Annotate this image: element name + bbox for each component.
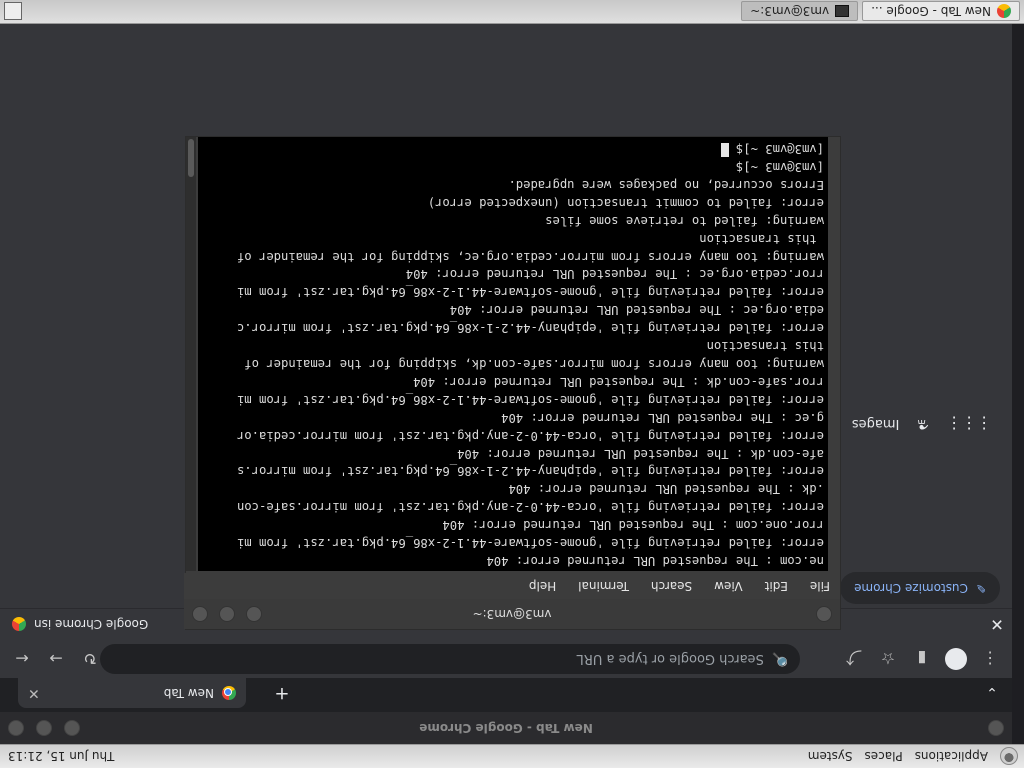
screen: Applications Places System Thu Jun 15, 2… [0, 0, 1024, 768]
terminal-line: this transaction [699, 231, 824, 246]
tab-new-tab[interactable]: New Tab ✕ [18, 678, 246, 708]
chrome-logo-icon [222, 686, 236, 700]
toolbar-right-actions: ⋮ ▮ ☆ ⤴ [840, 645, 1004, 673]
terminal-line: error: failed retrieving file 'gnome-sof… [237, 392, 824, 407]
menu-icon[interactable]: ⋮ [976, 645, 1004, 673]
tab-title: New Tab [163, 686, 214, 700]
omnibox[interactable]: 🔍 Search Google or type a URL [100, 644, 800, 674]
terminal-minimize-button[interactable] [246, 606, 262, 622]
top-panel: Applications Places System Thu Jun 15, 2… [0, 744, 1024, 768]
terminal-line: .dk : The requested URL returned error: … [508, 482, 824, 497]
terminal-line: rror.safe-con.dk : The requested URL ret… [413, 374, 824, 389]
window-title: New Tab - Google Chrome [419, 721, 593, 735]
terminal-menubar: File Edit View Search Terminal Help [184, 573, 840, 599]
back-icon[interactable]: ← [8, 645, 36, 673]
panel-menu: Applications Places System [796, 745, 1000, 768]
terminal-menu-terminal[interactable]: Terminal [578, 579, 629, 593]
terminal-icon [835, 5, 850, 18]
terminal-line: error: failed retrieving file 'gnome-sof… [237, 536, 824, 551]
reload-icon[interactable]: ↻ [76, 645, 104, 673]
gnome-foot-icon[interactable] [1000, 747, 1018, 766]
tab-strip: New Tab ✕ + ⌄ [0, 678, 1012, 712]
terminal-menu-help[interactable]: Help [529, 579, 556, 593]
terminal-line: warning: too many errors from mirror.saf… [244, 357, 824, 372]
terminal-line: rror.one.com : The requested URL returne… [442, 518, 824, 533]
terminal-line: error: failed retrieving file 'epiphany-… [237, 321, 824, 336]
ntp-top-links: ⋮⋮⋮ ⚗ Images [852, 414, 992, 433]
info-bar-close-icon[interactable]: ✕ [982, 615, 1012, 634]
chrome-logo-icon [12, 617, 26, 632]
terminal-window: vm3@vm3:~ File Edit View Search Terminal… [184, 136, 841, 630]
labs-icon[interactable]: ⚗ [917, 416, 929, 431]
forward-icon[interactable]: → [42, 645, 70, 673]
taskbar-item-label: vm3@vm3:~ [750, 4, 830, 19]
apps-grid-icon[interactable]: ⋮⋮⋮ [947, 414, 992, 433]
terminal-titlebar[interactable]: vm3@vm3:~ [184, 599, 840, 629]
terminal-line: this transaction [706, 339, 824, 354]
window-minimize-button[interactable] [64, 720, 80, 736]
customize-chrome-button[interactable]: ✎ Customize Chrome [840, 572, 1000, 604]
taskbar-item-chrome[interactable]: New Tab - Google ... [862, 1, 1020, 22]
show-desktop-button[interactable] [4, 2, 22, 21]
terminal-title: vm3@vm3:~ [472, 607, 552, 621]
terminal-maximize-button[interactable] [219, 606, 235, 622]
window-menu-button[interactable] [8, 720, 24, 736]
terminal-line: [vm3@vm3 ~]$ [735, 160, 824, 175]
applications-menu[interactable]: Applications [909, 745, 994, 768]
terminal-scrollbar[interactable] [186, 137, 196, 571]
terminal-menu-file[interactable]: File [810, 579, 830, 593]
omnibox-placeholder: Search Google or type a URL [576, 651, 764, 667]
window-close-button[interactable] [988, 720, 1004, 736]
terminal-line: [vm3@vm3 ~]$ [202, 139, 824, 158]
share-icon[interactable]: ⤴ [840, 645, 868, 673]
info-bar-text: Google Chrome isn [34, 617, 149, 632]
system-menu[interactable]: System [802, 745, 859, 768]
terminal-line: g.ec : The requested URL returned error:… [501, 410, 824, 425]
terminal-line: error: failed to commit transaction (une… [427, 195, 824, 210]
profile-avatar-icon[interactable] [945, 648, 967, 670]
terminal-line: warning: too many errors from mirror.ced… [237, 249, 824, 264]
nav-buttons: ↻ → ← [8, 645, 104, 673]
terminal-cursor [720, 143, 729, 158]
window-maximize-button[interactable] [36, 720, 52, 736]
terminal-menu-button[interactable] [192, 606, 208, 622]
chrome-icon [997, 4, 1011, 19]
bottom-taskbar: New Tab - Google ... vm3@vm3:~ [0, 0, 1024, 24]
taskbar-item-label: New Tab - Google ... [871, 4, 991, 19]
terminal-close-button[interactable] [816, 606, 832, 622]
terminal-menu-view[interactable]: View [714, 579, 742, 593]
side-panel-icon[interactable]: ▮ [908, 645, 936, 673]
places-menu[interactable]: Places [859, 745, 909, 768]
pencil-icon: ✎ [975, 581, 986, 595]
terminal-line: Errors occurred, no packages were upgrad… [508, 177, 824, 192]
terminal-scrollbar-thumb[interactable] [188, 139, 194, 177]
terminal-line: edia.org.ec : The requested URL returned… [449, 303, 824, 318]
customize-label: Customize Chrome [854, 581, 968, 595]
terminal-line: afe-con.dk : The requested URL returned … [457, 446, 824, 461]
terminal-line: rror.cedia.org.ec : The requested URL re… [405, 267, 824, 282]
terminal-line: error: failed retrieving file 'orca-44.0… [237, 428, 824, 443]
new-tab-button[interactable]: + [270, 680, 294, 704]
terminal-line: error: failed retrieving file 'orca-44.0… [237, 500, 824, 515]
taskbar-item-terminal[interactable]: vm3@vm3:~ [741, 1, 859, 22]
browser-toolbar: ⋮ ▮ ☆ ⤴ 🔍 Search Google or type a URL ↻ … [0, 640, 1012, 678]
search-icon: 🔍 [771, 651, 788, 667]
info-bar-message: Google Chrome isn [0, 617, 149, 632]
terminal-line: error: failed retrieving file 'gnome-sof… [237, 285, 824, 300]
terminal-line: warning: failed to retrieve some files [545, 213, 824, 228]
terminal-line: error: failed retrieving file 'epiphany-… [237, 464, 824, 479]
chrome-titlebar[interactable]: New Tab - Google Chrome [0, 712, 1012, 744]
panel-clock[interactable]: Thu Jun 15, 21:13 [0, 750, 114, 764]
tab-search-icon[interactable]: ⌄ [980, 680, 1004, 704]
terminal-output[interactable]: ne.com : The requested URL returned erro… [198, 137, 828, 571]
terminal-line: ne.com : The requested URL returned erro… [486, 554, 824, 568]
bookmark-star-icon[interactable]: ☆ [874, 645, 902, 673]
tab-close-icon[interactable]: ✕ [28, 685, 40, 701]
terminal-menu-search[interactable]: Search [651, 579, 692, 593]
images-link[interactable]: Images [852, 416, 900, 431]
terminal-menu-edit[interactable]: Edit [765, 579, 788, 593]
